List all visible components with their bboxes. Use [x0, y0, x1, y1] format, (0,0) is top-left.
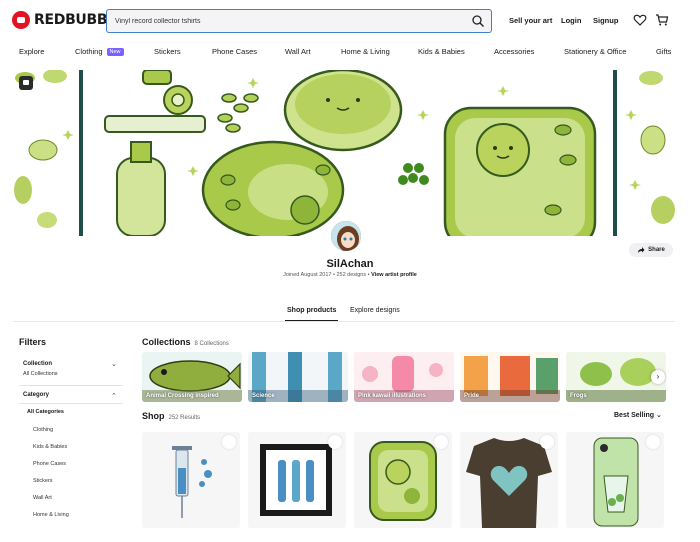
banner-left-art: [14, 70, 83, 236]
login-link[interactable]: Login: [561, 16, 581, 25]
artist-name: SilAchan: [326, 258, 374, 270]
collections-count: 8 Collections: [194, 341, 229, 347]
collection-card[interactable]: Pride: [460, 352, 560, 402]
category-phone-cases[interactable]: Phone Cases: [33, 461, 66, 467]
product-card[interactable]: [142, 432, 240, 528]
banner-right-art: [613, 70, 675, 236]
artist-banner: [13, 70, 675, 236]
site-header: REDBUBBLE Sell your art Login Signup: [0, 0, 700, 42]
shop-title: Shop: [142, 411, 165, 421]
chevron-down-icon: ⌄: [111, 361, 117, 368]
collection-filter-label: Collection: [23, 361, 53, 367]
favorite-heart-icon[interactable]: [328, 435, 342, 449]
sort-dropdown[interactable]: Best Selling ⌄: [614, 411, 662, 419]
tab-shop-products[interactable]: Shop products: [287, 307, 336, 314]
shop-count: 252 Results: [168, 415, 201, 421]
tab-explore-designs[interactable]: Explore designs: [350, 307, 400, 314]
avatar-image: [331, 221, 361, 251]
banner-left-panel: [13, 70, 83, 236]
joined-date: Joined August 2017: [283, 272, 332, 278]
category-home-living[interactable]: Home & Living: [33, 512, 69, 518]
share-button[interactable]: Share: [629, 243, 673, 257]
nav-clothing-label: Clothing: [75, 47, 103, 56]
signup-link[interactable]: Signup: [593, 16, 618, 25]
nav-explore[interactable]: Explore: [19, 47, 44, 56]
collection-card[interactable]: Pink kawaii illustrations: [354, 352, 454, 402]
collection-label: Pink kawaii illustrations: [358, 393, 427, 399]
heart-icon[interactable]: [633, 13, 647, 27]
search-bar[interactable]: [106, 9, 492, 33]
nav-gifts[interactable]: Gifts: [656, 47, 671, 56]
favorite-heart-icon[interactable]: [434, 435, 448, 449]
nav-accessories[interactable]: Accessories: [494, 47, 534, 56]
collections-heading: Collections 8 Collections: [142, 337, 229, 347]
collection-card[interactable]: Science: [248, 352, 348, 402]
collection-label: Frogs: [570, 393, 587, 399]
filters-title: Filters: [19, 337, 47, 347]
share-icon: [638, 247, 645, 253]
category-nav: Explore Clothing New Stickers Phone Cases…: [0, 42, 700, 64]
sort-value: Best Selling: [614, 412, 655, 419]
category-stickers[interactable]: Stickers: [33, 478, 53, 484]
banner-right-panel: [613, 70, 675, 236]
banner-main-art: [83, 70, 613, 236]
collections-title: Collections: [142, 337, 191, 347]
cart-icon[interactable]: [655, 13, 669, 27]
filter-divider: [19, 385, 123, 386]
share-label: Share: [648, 247, 665, 253]
kawaii-cell-illustration: [83, 70, 613, 236]
favorite-heart-icon[interactable]: [646, 435, 660, 449]
nav-stationery-office[interactable]: Stationery & Office: [564, 47, 626, 56]
collection-label: Science: [252, 393, 275, 399]
chevron-up-icon: ⌃: [111, 393, 117, 400]
category-kids-babies[interactable]: Kids & Babies: [33, 444, 67, 450]
new-badge: New: [106, 48, 124, 56]
collection-filter-value: All Collections: [23, 371, 58, 377]
shop-tabs: Shop products Explore designs: [0, 305, 700, 322]
category-all[interactable]: All Categories: [27, 409, 64, 415]
chevron-down-icon: ⌄: [656, 412, 662, 419]
nav-clothing[interactable]: Clothing New: [75, 47, 124, 56]
category-wall-art[interactable]: Wall Art: [33, 495, 52, 501]
product-card[interactable]: [566, 432, 664, 528]
favorite-heart-icon[interactable]: [222, 435, 236, 449]
shop-heading: Shop 252 Results: [142, 411, 200, 421]
nav-phone-cases[interactable]: Phone Cases: [212, 47, 257, 56]
collection-card[interactable]: Animal Crossing inspired: [142, 352, 242, 402]
artist-avatar[interactable]: [329, 219, 363, 253]
product-card[interactable]: [354, 432, 452, 528]
search-icon[interactable]: [471, 14, 485, 28]
category-clothing[interactable]: Clothing: [33, 427, 53, 433]
product-card[interactable]: [460, 432, 558, 528]
collection-label: Pride: [464, 393, 480, 399]
nav-home-living[interactable]: Home & Living: [341, 47, 390, 56]
category-filter-label: Category: [23, 392, 50, 398]
tabs-divider: [13, 321, 675, 322]
filters-sidebar: Filters Collection All Collections ⌄ Cat…: [13, 334, 123, 530]
filter-divider: [19, 403, 123, 404]
nav-stickers[interactable]: Stickers: [154, 47, 181, 56]
design-count: 252 designs: [336, 272, 367, 278]
nav-wall-art[interactable]: Wall Art: [285, 47, 311, 56]
sell-your-art-link[interactable]: Sell your art: [509, 16, 552, 25]
product-card[interactable]: [248, 432, 346, 528]
chevron-right-icon[interactable]: ›: [651, 370, 665, 384]
favorite-heart-icon[interactable]: [540, 435, 554, 449]
artist-meta: Joined August 2017 • 252 designs • View …: [0, 272, 700, 278]
view-artist-profile-link[interactable]: View artist profile: [371, 272, 417, 278]
redbubble-logo-icon: [12, 11, 30, 29]
nav-kids-babies[interactable]: Kids & Babies: [418, 47, 465, 56]
collection-label: Animal Crossing inspired: [146, 393, 219, 399]
banner-edit-icon[interactable]: [19, 76, 33, 90]
page-bottom: [0, 528, 700, 542]
search-input[interactable]: [115, 17, 455, 25]
